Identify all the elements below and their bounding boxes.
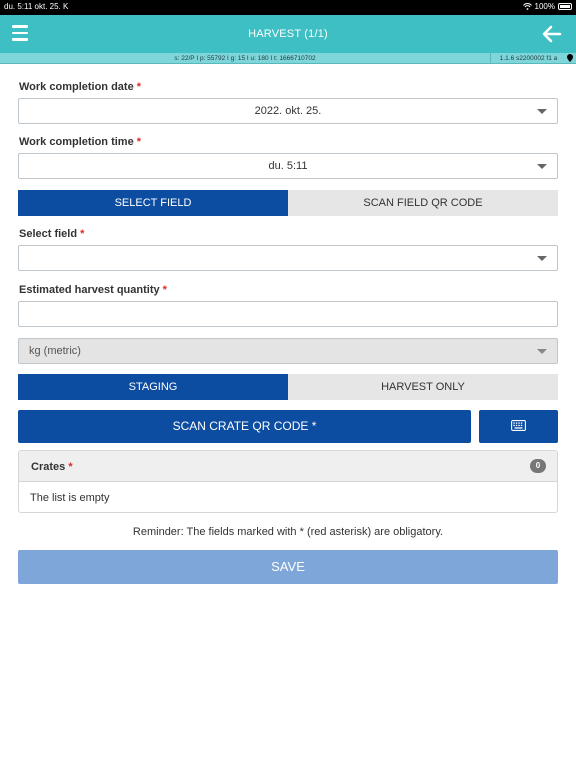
caret-down-icon [537,109,547,114]
completion-date-value: 2022. okt. 25. [254,105,322,117]
staging-tab[interactable]: STAGING [18,374,288,400]
select-field-label: Select field * [19,228,85,240]
required-asterisk: * [162,284,167,296]
battery-percent: 100% [534,2,555,11]
unit-value: kg (metric) [29,345,81,357]
completion-date-label: Work completion date * [19,81,142,93]
select-field-tab[interactable]: SELECT FIELD [18,190,288,216]
session-info: s: 22/P I p: 55792 I g: 15 I u: 180 I t:… [174,55,316,62]
app-header: HARVEST (1/1) [0,15,576,53]
required-asterisk: * [136,81,142,93]
harvest-quantity-label: Estimated harvest quantity * [19,284,167,296]
required-asterisk: * [68,461,73,473]
wifi-icon [522,3,532,10]
caret-down-icon [537,349,547,354]
harvest-mode-toggle: STAGING HARVEST ONLY [18,374,558,400]
caret-down-icon [537,256,547,261]
status-right: 100% [522,2,572,11]
field-mode-toggle: SELECT FIELD SCAN FIELD QR CODE [18,190,558,216]
save-button[interactable]: SAVE [18,550,558,584]
required-asterisk: * [80,228,85,240]
harvest-quantity-input[interactable] [18,301,558,327]
required-asterisk: * [136,136,142,148]
harvest-only-tab[interactable]: HARVEST ONLY [288,374,558,400]
caret-down-icon [537,164,547,169]
scan-crate-qr-button[interactable]: SCAN CRATE QR CODE * [18,410,471,443]
version-info: 1.1.6 s2200002 f1 a [490,53,566,64]
crates-header: Crates * 0 [19,451,557,482]
keyboard-icon [511,420,526,431]
completion-date-select[interactable]: 2022. okt. 25. [18,98,558,124]
manual-entry-button[interactable] [479,410,558,443]
crates-panel: Crates * 0 The list is empty [18,450,558,513]
completion-time-value: du. 5:11 [268,160,308,172]
completion-time-label: Work completion time * [19,136,142,148]
location-pin-icon [567,54,573,62]
arrow-left-icon[interactable] [542,25,562,43]
scan-field-qr-tab[interactable]: SCAN FIELD QR CODE [288,190,558,216]
info-bar: s: 22/P I p: 55792 I g: 15 I u: 180 I t:… [0,53,576,64]
required-fields-reminder: Reminder: The fields marked with * (red … [132,526,444,538]
unit-select[interactable]: kg (metric) [18,338,558,364]
status-time-date: du. 5:11 okt. 25. K [4,2,69,11]
crates-title: Crates * [31,461,73,473]
status-bar: du. 5:11 okt. 25. K 100% [0,0,576,15]
battery-icon [558,3,572,10]
page-title: HARVEST (1/1) [248,28,328,40]
completion-time-select[interactable]: du. 5:11 [18,153,558,179]
select-field-dropdown[interactable] [18,245,558,271]
crates-empty-text: The list is empty [30,492,110,504]
crates-count-badge: 0 [530,459,546,473]
